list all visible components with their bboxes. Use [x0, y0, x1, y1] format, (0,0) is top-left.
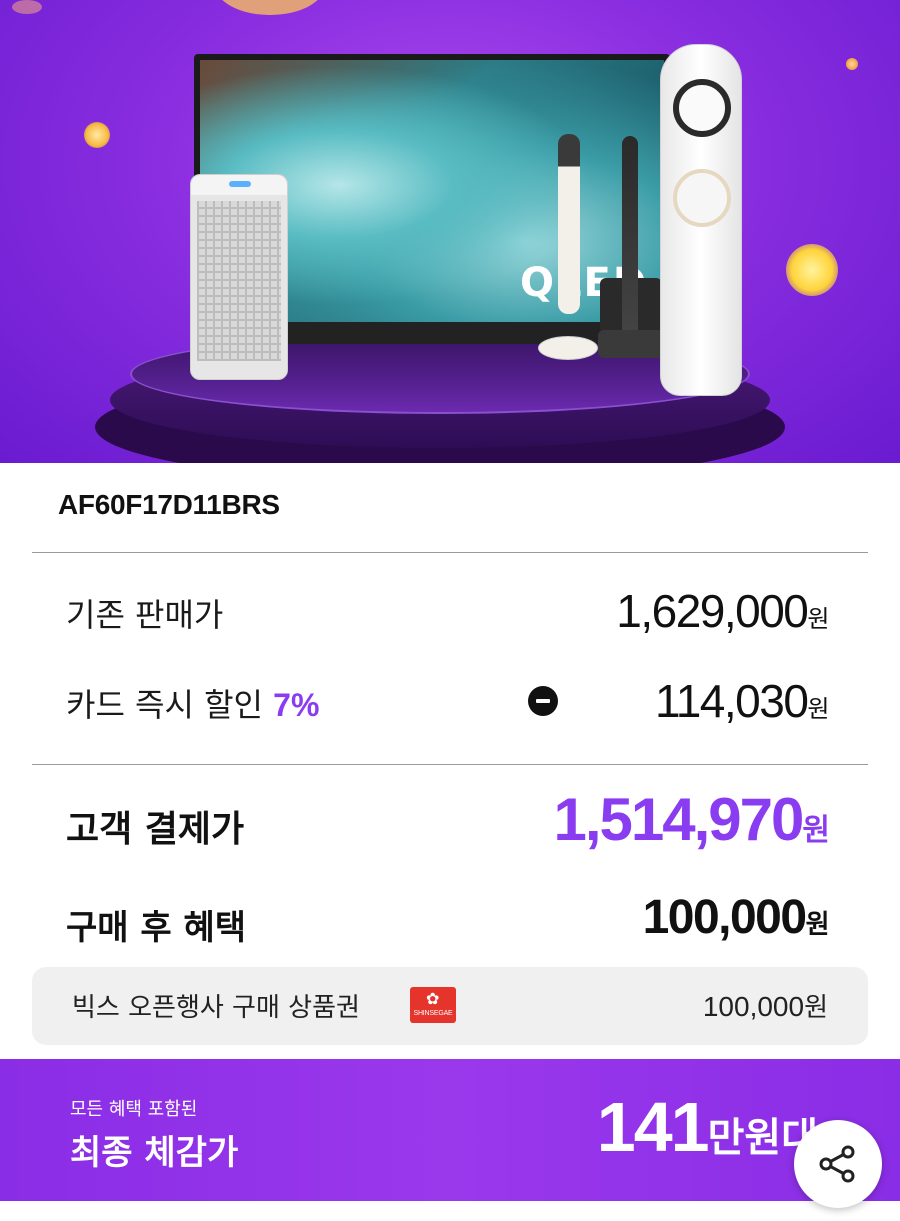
after-purchase-value: 100,000원 — [642, 890, 830, 945]
stick-vacuum-black-image — [622, 136, 638, 336]
card-discount-amount: 114,030 — [655, 675, 809, 727]
share-icon — [819, 1145, 855, 1183]
benefit-amount: 100,000 — [702, 991, 805, 1022]
vacuum-station-image — [538, 336, 598, 360]
currency-unit: 원 — [802, 813, 830, 848]
air-purifier-image — [190, 174, 288, 380]
flower-icon: ✿ — [426, 989, 440, 1008]
final-price-label: 고객 결제가 — [66, 809, 245, 850]
divider — [32, 764, 868, 765]
original-price-amount: 1,629,000 — [616, 585, 809, 637]
card-discount-percent: 7% — [273, 687, 320, 723]
banner-title: 최종 체감가 — [70, 1133, 239, 1173]
final-price-banner: 모든 혜택 포함된 최종 체감가 141만원대 — [0, 1059, 900, 1201]
original-price-label: 기존 판매가 — [66, 596, 224, 634]
hero-product-image: QLED — [0, 0, 900, 463]
banner-price: 141만원대 — [597, 1087, 818, 1167]
final-price-value: 1,514,970원 — [553, 785, 830, 854]
shinsegae-logo-icon: ✿ SHINSEGAE — [410, 987, 456, 1023]
share-button[interactable] — [794, 1120, 882, 1208]
banner-price-number: 141 — [596, 1088, 710, 1166]
original-price-value: 1,629,000원 — [616, 584, 829, 638]
benefit-label: 빅스 오픈행사 구매 상품권 — [72, 993, 360, 1023]
card-discount-label: 카드 즉시 할인 7% — [66, 680, 319, 726]
stick-vacuum-white-image — [558, 134, 580, 314]
decor-light — [12, 0, 42, 14]
divider — [32, 552, 868, 553]
decor-light — [786, 244, 838, 296]
model-name: AF60F17D11BRS — [58, 489, 280, 520]
benefit-detail-box: 빅스 오픈행사 구매 상품권 ✿ SHINSEGAE 100,000원 — [32, 967, 868, 1045]
card-discount-text: 카드 즉시 할인 — [66, 686, 274, 724]
card-discount-value: 114,030원 — [655, 674, 829, 728]
vacuum-head-image — [598, 330, 664, 358]
shinsegae-logo-text: SHINSEGAE — [413, 1010, 453, 1017]
air-conditioner-image — [660, 44, 742, 396]
benefit-value: 100,000원 — [703, 987, 828, 1024]
decor-light — [84, 122, 110, 148]
final-price-amount: 1,514,970 — [553, 786, 804, 853]
decor-light — [846, 58, 858, 70]
minus-circle-icon — [528, 686, 558, 716]
currency-unit: 원 — [807, 695, 829, 723]
after-purchase-amount: 100,000 — [642, 891, 808, 944]
decor-blob — [215, 0, 325, 15]
currency-unit: 원 — [804, 993, 828, 1023]
currency-unit: 원 — [805, 910, 830, 940]
after-purchase-label: 구매 후 혜택 — [66, 908, 247, 948]
banner-subtitle: 모든 혜택 포함된 — [70, 1099, 198, 1120]
currency-unit: 원 — [807, 605, 829, 633]
